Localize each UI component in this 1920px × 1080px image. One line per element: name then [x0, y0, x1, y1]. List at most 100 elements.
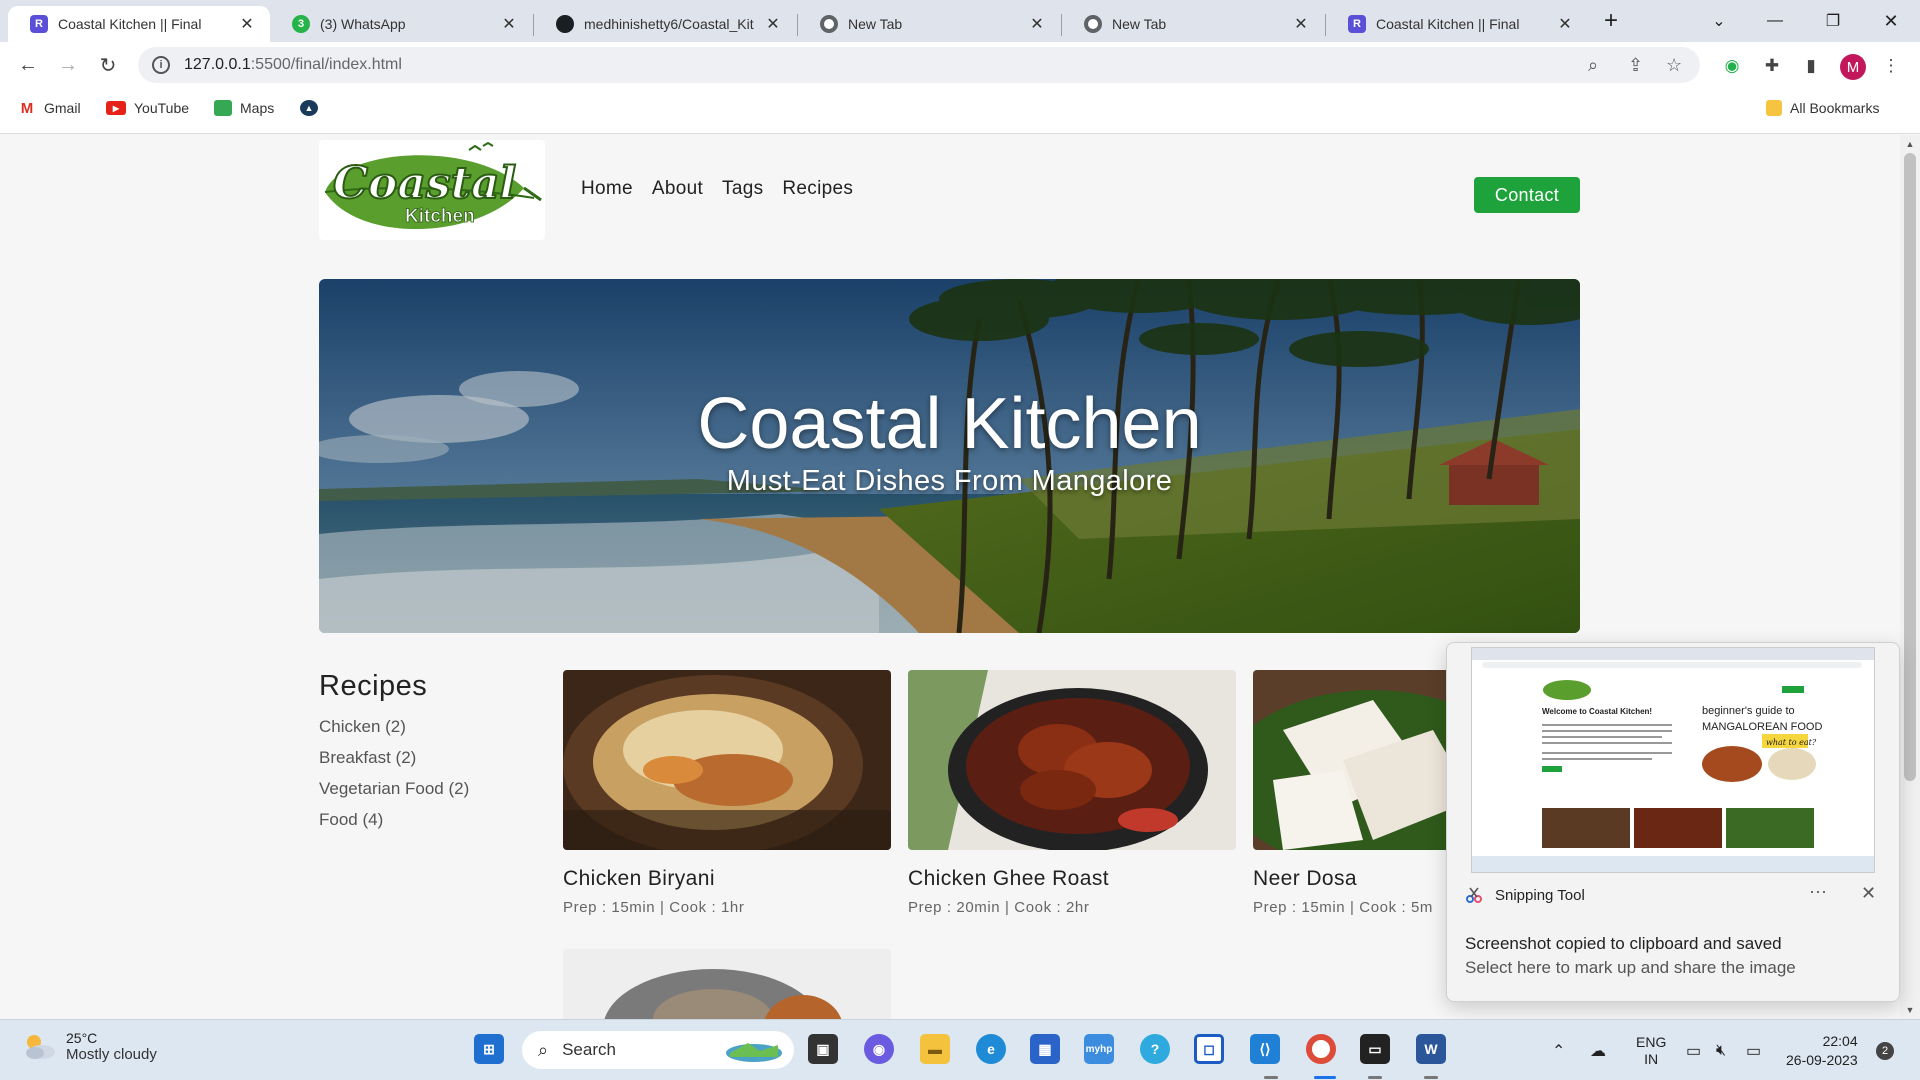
tab-search-chevron-icon[interactable]: ⌄	[1696, 0, 1742, 42]
page-scrollbar[interactable]: ▲ ▼	[1900, 135, 1920, 1019]
menu-kebab-icon[interactable]: ⋮	[1880, 55, 1902, 77]
windows-taskbar: 25°C Mostly cloudy ⊞ ⌕ Search ▣ ◉ ▬ e ▦ …	[0, 1019, 1920, 1080]
scroll-down-icon[interactable]: ▼	[1904, 1005, 1916, 1015]
chat-icon[interactable]: ◉	[864, 1034, 894, 1064]
extension-eye-icon[interactable]: ◉	[1721, 55, 1743, 77]
category-link-breakfast[interactable]: Breakfast (2)	[319, 748, 469, 768]
search-label: Search	[562, 1040, 616, 1059]
nav-home[interactable]: Home	[581, 178, 633, 200]
category-link-vegetarian[interactable]: Vegetarian Food (2)	[319, 779, 469, 799]
recipe-name[interactable]: Chicken Ghee Roast	[908, 867, 1236, 891]
language-indicator[interactable]: ENG IN	[1636, 1020, 1666, 1080]
snipping-sketch-icon[interactable]: ◻	[1194, 1034, 1224, 1064]
battery-icon[interactable]: ▭	[1746, 1020, 1761, 1080]
windows-start-icon[interactable]: ⊞	[474, 1034, 504, 1064]
bookmark-drive[interactable]: ▲	[300, 100, 326, 116]
close-icon[interactable]: ✕	[500, 14, 518, 34]
share-icon[interactable]: ⇪	[1628, 55, 1643, 76]
clock[interactable]: 22:04 26-09-2023	[1786, 1020, 1858, 1080]
category-link-chicken[interactable]: Chicken (2)	[319, 717, 469, 737]
site-info-icon[interactable]: i	[152, 56, 170, 74]
help-icon[interactable]: ?	[1140, 1034, 1170, 1064]
nav-tags[interactable]: Tags	[722, 178, 763, 200]
recipe-card-partial[interactable]	[563, 949, 891, 1019]
terminal-icon[interactable]: ▭	[1360, 1034, 1390, 1064]
show-hidden-icons-chevron-icon[interactable]: ⌃	[1552, 1020, 1565, 1080]
word-icon[interactable]: W	[1416, 1034, 1446, 1064]
tab-whatsapp[interactable]: 3 (3) WhatsApp ✕	[270, 6, 532, 42]
tab-coastal-kitchen[interactable]: R Coastal Kitchen || Final ✕	[8, 6, 270, 42]
bookmark-youtube[interactable]: ▶ YouTube	[106, 100, 189, 116]
myhp-icon[interactable]: myhp	[1084, 1034, 1114, 1064]
recipes-sidebar: Recipes Chicken (2) Breakfast (2) Vegeta…	[319, 670, 469, 841]
svg-text:Coastal: Coastal	[333, 158, 516, 209]
task-view-icon[interactable]: ▣	[808, 1034, 838, 1064]
zoom-icon[interactable]: ⌕	[1588, 55, 1598, 76]
bookmark-gmail[interactable]: M Gmail	[18, 100, 81, 117]
site-logo[interactable]: Coastal Kitchen	[319, 140, 545, 240]
puzzle-extensions-icon[interactable]: ✚	[1761, 55, 1783, 77]
bookmark-label: Maps	[240, 100, 275, 116]
microsoft-store-icon[interactable]: ▦	[1030, 1034, 1060, 1064]
weather-widget[interactable]: 25°C Mostly cloudy	[22, 1030, 157, 1063]
r-icon: R	[1348, 15, 1366, 33]
tab-title: New Tab	[1112, 16, 1167, 32]
tab-new-tab[interactable]: New Tab ✕	[1062, 6, 1324, 42]
nav-about[interactable]: About	[652, 178, 703, 200]
window-close-button[interactable]: ✕	[1868, 0, 1914, 42]
bookmark-maps[interactable]: Maps	[214, 100, 274, 116]
chrome-icon[interactable]	[1306, 1034, 1336, 1064]
notification-count: 2	[1876, 1041, 1894, 1060]
vscode-running-indicator	[1264, 1076, 1278, 1079]
notification-badge[interactable]: 2	[1876, 1020, 1894, 1080]
svg-text:Kitchen: Kitchen	[405, 206, 475, 227]
tab-title: medhinishetty6/Coastal_Kit	[584, 16, 754, 32]
close-icon[interactable]: ✕	[1556, 14, 1574, 34]
more-options-icon[interactable]: ···	[1809, 881, 1827, 902]
clock-date: 26-09-2023	[1786, 1051, 1858, 1068]
recipe-card-biryani[interactable]: Chicken Biryani Prep : 15min | Cook : 1h…	[563, 670, 891, 916]
category-link-food[interactable]: Food (4)	[319, 810, 469, 830]
edge-icon[interactable]: e	[976, 1034, 1006, 1064]
reload-button[interactable]: ↻	[94, 51, 122, 79]
contact-button[interactable]: Contact	[1474, 177, 1580, 213]
recipe-name[interactable]: Chicken Biryani	[563, 867, 891, 891]
new-tab-button[interactable]: +	[1588, 0, 1634, 42]
all-bookmarks-folder[interactable]: All Bookmarks	[1766, 100, 1879, 116]
screenshot-preview[interactable]: Welcome to Coastal Kitchen! beginner's g…	[1471, 647, 1875, 873]
restore-button[interactable]: ❐	[1810, 0, 1856, 42]
close-icon[interactable]: ✕	[1292, 14, 1310, 34]
whatsapp-icon: 3	[292, 15, 310, 33]
taskbar-search[interactable]: ⌕ Search	[522, 1031, 794, 1069]
word-running-indicator	[1424, 1076, 1438, 1079]
close-icon[interactable]: ✕	[1861, 883, 1876, 904]
weather-condition: Mostly cloudy	[66, 1046, 157, 1063]
chicken-ghee-roast-image[interactable]	[908, 670, 1236, 850]
snipping-tool-notification[interactable]: Welcome to Coastal Kitchen! beginner's g…	[1446, 642, 1900, 1002]
recipe-card-ghee-roast[interactable]: Chicken Ghee Roast Prep : 20min | Cook :…	[908, 670, 1236, 916]
address-bar[interactable]: i 127.0.0.1:5500/final/index.html ⌕ ⇪ ☆	[138, 47, 1700, 83]
url-host: 127.0.0.1	[184, 56, 251, 73]
speaker-muted-icon[interactable]: 🔇︎	[1716, 1020, 1726, 1080]
tab-github[interactable]: medhinishetty6/Coastal_Kit ✕	[534, 6, 796, 42]
nav-recipes[interactable]: Recipes	[782, 178, 853, 200]
side-panel-icon[interactable]: ▮	[1800, 55, 1822, 77]
vscode-icon[interactable]: ⟨⟩	[1250, 1034, 1280, 1064]
file-explorer-icon[interactable]: ▬	[920, 1034, 950, 1064]
back-button[interactable]: ←	[14, 51, 42, 79]
scroll-thumb[interactable]	[1904, 153, 1916, 781]
chicken-biryani-image[interactable]	[563, 670, 891, 850]
minimize-button[interactable]: —	[1752, 0, 1798, 42]
close-icon[interactable]: ✕	[1028, 14, 1046, 34]
network-icon[interactable]: ▭	[1686, 1020, 1701, 1080]
scroll-up-icon[interactable]: ▲	[1904, 139, 1916, 149]
close-icon[interactable]: ✕	[238, 14, 256, 34]
forward-button[interactable]: →	[54, 51, 82, 79]
tab-new-tab[interactable]: New Tab ✕	[798, 6, 1060, 42]
bookmark-star-icon[interactable]: ☆	[1666, 55, 1682, 76]
avatar[interactable]: M	[1840, 54, 1866, 80]
close-icon[interactable]: ✕	[764, 14, 782, 34]
tab-coastal-kitchen-2[interactable]: R Coastal Kitchen || Final ✕	[1326, 6, 1588, 42]
onedrive-cloud-icon[interactable]: ☁	[1590, 1020, 1606, 1080]
recipe-meta: Prep : 15min | Cook : 1hr	[563, 899, 745, 916]
